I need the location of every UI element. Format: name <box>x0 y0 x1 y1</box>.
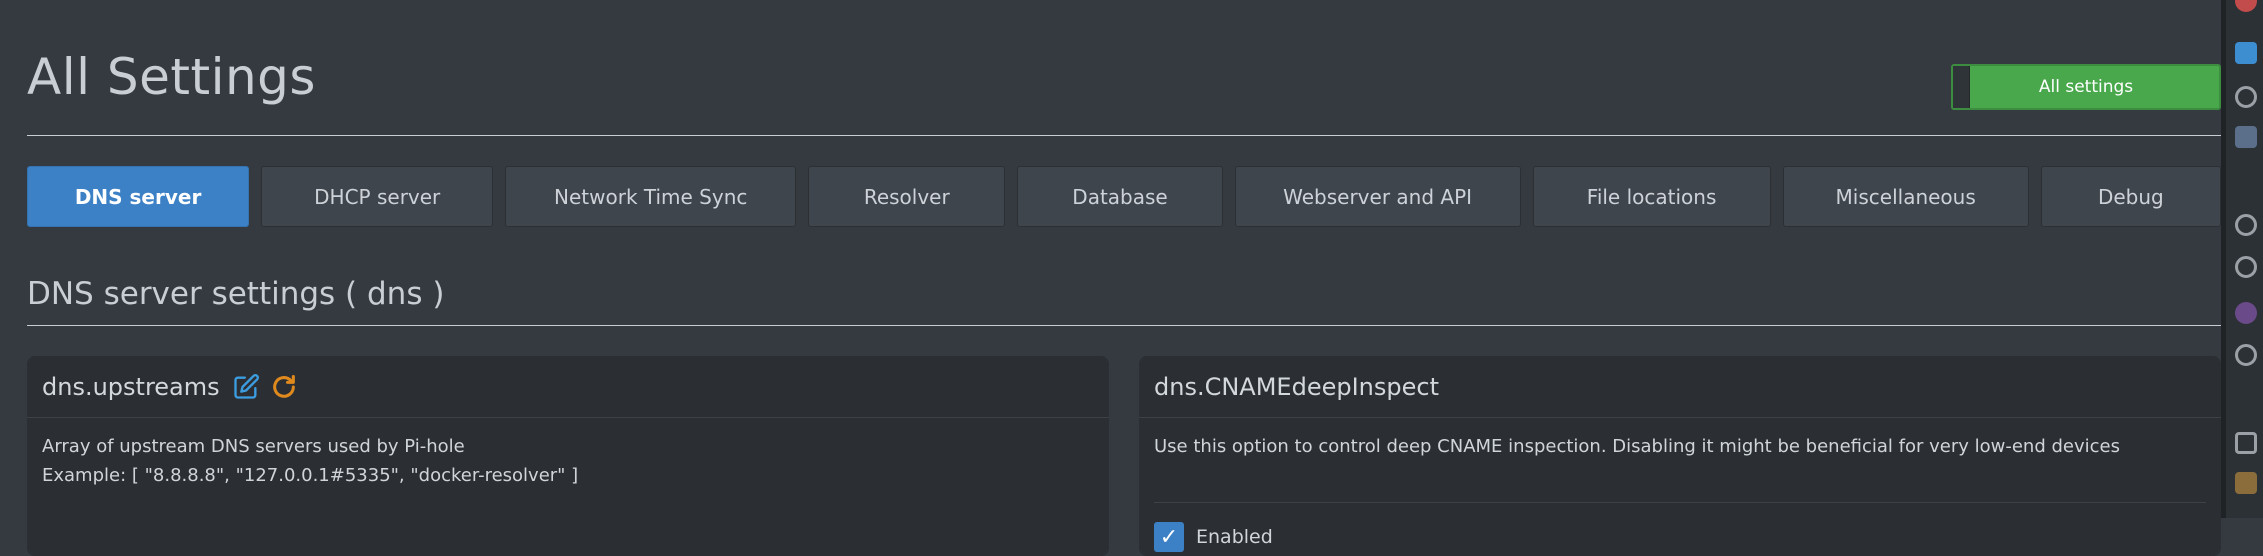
globe-icon[interactable] <box>2235 344 2257 366</box>
tab-label: DNS server <box>74 184 202 209</box>
section-divider <box>27 325 2221 326</box>
tab-dhcp-server[interactable]: DHCP server <box>261 166 494 227</box>
refresh-icon[interactable] <box>270 373 298 401</box>
tab-debug[interactable]: Debug <box>2040 166 2221 227</box>
tab-webserver-and-api[interactable]: Webserver and API <box>1234 166 1521 227</box>
tab-dns-server[interactable]: DNS server <box>27 166 250 227</box>
checkbox-label: Enabled <box>1196 526 1273 548</box>
toggle-knob[interactable] <box>1953 66 1970 108</box>
enabled-checkbox-row[interactable]: ✓ Enabled <box>1154 502 2206 552</box>
edit-icon[interactable] <box>232 373 260 401</box>
setting-card-dns-cname-deep-inspect: dns.CNAMEdeepInspect Use this option to … <box>1139 356 2221 556</box>
settings-mode-toggle[interactable]: All settings <box>1951 64 2221 110</box>
image-icon[interactable] <box>2235 126 2257 148</box>
app-icon[interactable] <box>2235 302 2257 324</box>
card-description: Array of upstream DNS servers used by Pi… <box>27 418 1109 504</box>
tab-label: Network Time Sync <box>554 184 748 209</box>
card-description: Use this option to control deep CNAME in… <box>1139 418 2221 475</box>
page-title: All Settings <box>27 48 316 106</box>
tab-miscellaneous[interactable]: Miscellaneous <box>1782 166 2029 227</box>
bookmark-icon[interactable] <box>2235 42 2257 64</box>
settings-page: All Settings All settings DNS server DHC… <box>27 0 2221 556</box>
tab-label: Database <box>1072 184 1168 209</box>
globe-icon[interactable] <box>2235 86 2257 108</box>
card-header: dns.CNAMEdeepInspect <box>1139 356 2221 418</box>
browser-side-panel <box>2221 0 2263 518</box>
tab-label: DHCP server <box>314 184 441 209</box>
description-line: Use this option to control deep CNAME in… <box>1154 436 2120 457</box>
section-heading: DNS server settings ( dns ) <box>27 276 445 312</box>
setting-name: dns.CNAMEdeepInspect <box>1154 372 1439 401</box>
tab-file-locations[interactable]: File locations <box>1532 166 1771 227</box>
tab-label: Debug <box>2097 184 2164 209</box>
extension-icon[interactable] <box>2235 0 2257 12</box>
tab-label: File locations <box>1586 184 1717 209</box>
setting-card-dns-upstreams: dns.upstreams Array of upstream DNS serv… <box>27 356 1109 556</box>
globe-icon[interactable] <box>2235 214 2257 236</box>
settings-tabs: DNS server DHCP server Network Time Sync… <box>27 166 2221 227</box>
tab-label: Webserver and API <box>1283 184 1473 209</box>
tab-database[interactable]: Database <box>1017 166 1223 227</box>
toggle-label: All settings <box>2038 77 2134 97</box>
tab-label: Miscellaneous <box>1835 184 1976 209</box>
app-icon[interactable] <box>2235 472 2257 494</box>
tab-network-time-sync[interactable]: Network Time Sync <box>505 166 797 227</box>
tab-label: Resolver <box>863 184 950 209</box>
window-icon[interactable] <box>2235 432 2257 454</box>
page-header: All Settings All settings <box>27 0 2221 136</box>
enabled-checkbox[interactable]: ✓ <box>1154 522 1184 552</box>
card-header: dns.upstreams <box>27 356 1109 418</box>
setting-name: dns.upstreams <box>42 372 220 401</box>
tab-resolver[interactable]: Resolver <box>808 166 1006 227</box>
globe-icon[interactable] <box>2235 256 2257 278</box>
description-line: Array of upstream DNS servers used by Pi… <box>42 436 465 457</box>
scrollbar[interactable] <box>2221 0 2226 518</box>
example-line: Example: [ "8.8.8.8", "127.0.0.1#5335", … <box>42 465 579 486</box>
